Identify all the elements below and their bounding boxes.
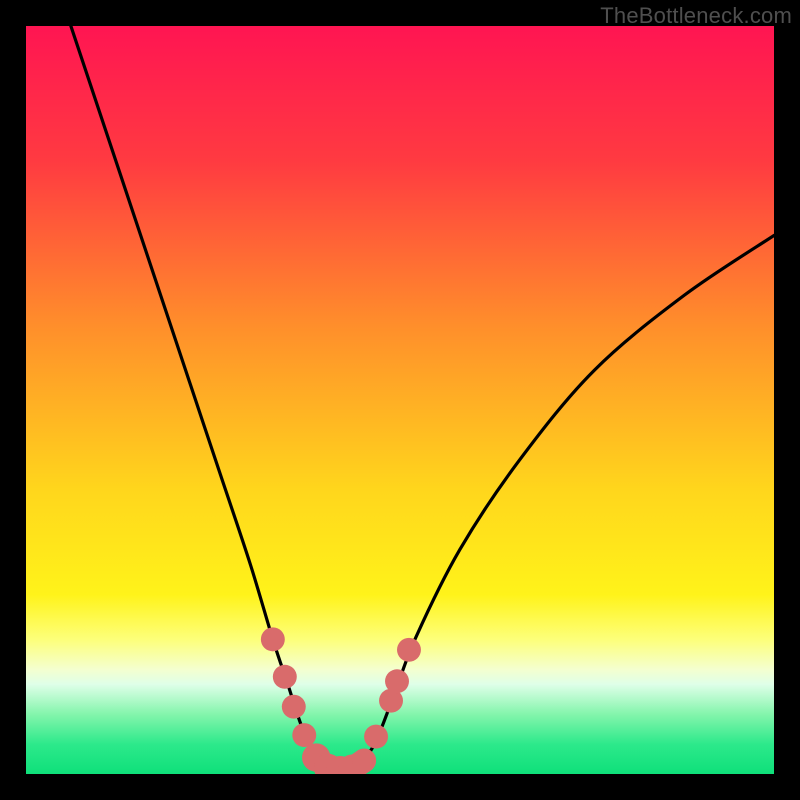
marker-dot <box>273 665 297 689</box>
marker-dot <box>352 749 376 773</box>
marker-dot <box>282 695 306 719</box>
marker-dot <box>385 669 409 693</box>
marker-dot <box>364 725 388 749</box>
bottleneck-chart <box>26 26 774 774</box>
marker-dot <box>397 638 421 662</box>
chart-frame <box>26 26 774 774</box>
chart-background <box>26 26 774 774</box>
marker-dot <box>292 723 316 747</box>
marker-dot <box>261 627 285 651</box>
